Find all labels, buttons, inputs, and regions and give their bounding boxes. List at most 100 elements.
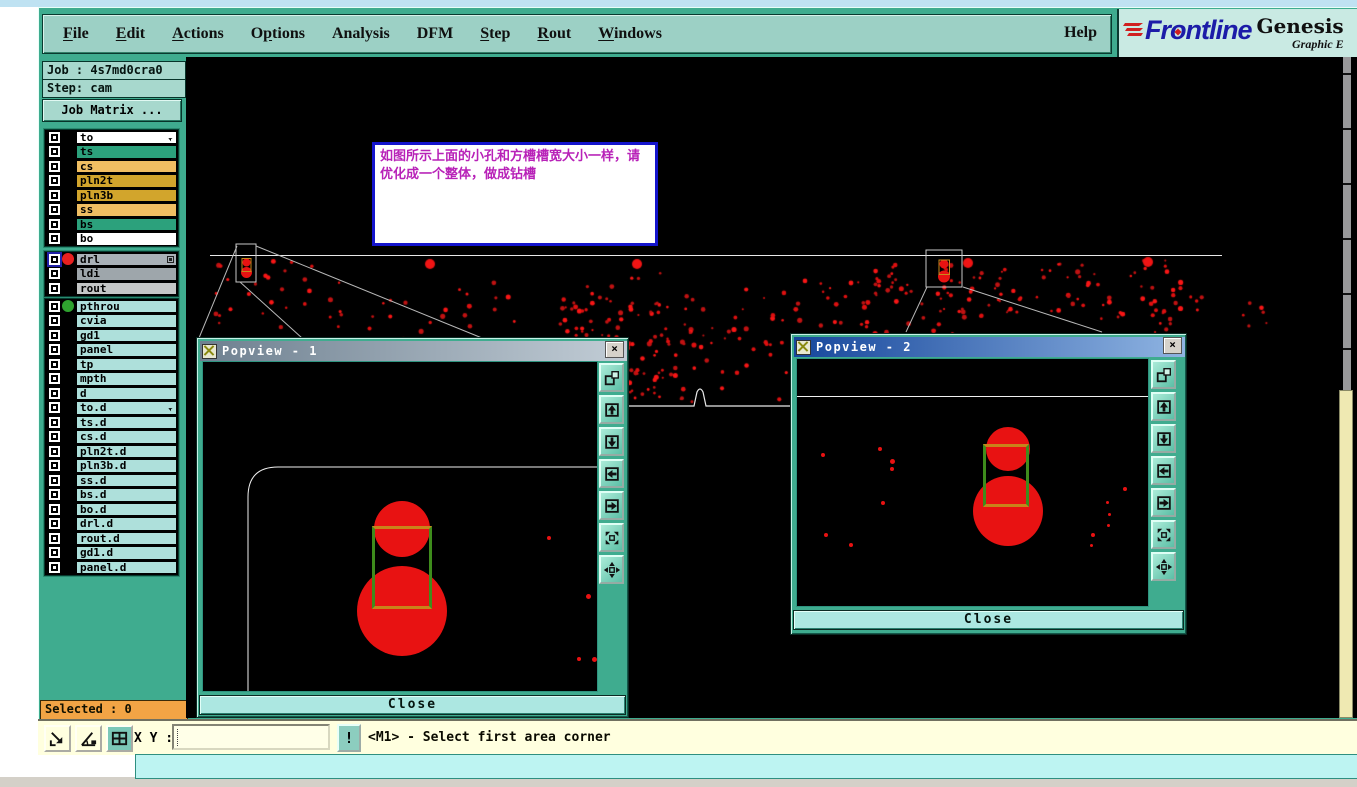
layer-row-pln3b.d[interactable]: pln3b.d [45,458,178,473]
layer-checkbox[interactable] [49,315,60,327]
menu-item-analysis[interactable]: Analysis [332,25,390,43]
layer-row-panel[interactable]: panel [45,342,178,357]
layer-name-field[interactable]: cs.d [76,430,177,444]
layer-name-field[interactable]: rout.d [76,531,177,545]
layer-name-field[interactable]: panel.d [76,560,177,574]
layer-checkbox[interactable] [49,373,60,385]
restore-view-button[interactable] [1151,360,1176,389]
layer-name-field[interactable]: drl.d [76,517,177,531]
layer-row-d[interactable]: d [45,386,178,401]
layer-row-gd1.d[interactable]: gd1.d [45,545,178,560]
layer-name-field[interactable]: ts [76,145,177,159]
area-select-button[interactable] [44,725,71,752]
layer-name-field[interactable]: d [76,386,177,400]
layer-checkbox[interactable] [49,282,60,294]
zoom-fit-button[interactable] [599,523,624,552]
layer-name-field[interactable]: pln2t [76,174,177,188]
layer-row-rout[interactable]: rout [45,281,178,296]
popview-1-viewport[interactable] [202,361,598,692]
layer-name-field[interactable]: rout [76,281,177,295]
pan-down-button[interactable] [1151,424,1176,453]
layer-row-cs[interactable]: cs [45,159,178,174]
pan-right-button[interactable] [599,491,624,520]
layer-row-drl.d[interactable]: drl.d [45,516,178,531]
layer-name-field[interactable]: cvia [76,314,177,328]
layer-checkbox[interactable] [49,431,60,443]
popview-1-close-button[interactable]: Close [199,695,626,715]
layer-row-to[interactable]: to ➤ [45,130,178,145]
right-scrollbar[interactable] [1339,390,1353,718]
layer-name-field[interactable]: bs [76,217,177,231]
layer-checkbox[interactable] [49,445,60,457]
menu-item-dfm[interactable]: DFM [417,25,453,43]
layer-name-field[interactable]: panel [76,343,177,357]
layer-checkbox[interactable] [49,503,60,515]
layer-name-field[interactable]: ldi [76,267,177,281]
layer-row-ts.d[interactable]: ts.d [45,415,178,430]
layer-row-pthrou[interactable]: pthrou [45,299,178,314]
menu-item-options[interactable]: Options [251,25,305,43]
layer-checkbox[interactable] [49,204,60,216]
layer-name-field[interactable]: gd1.d [76,546,177,560]
layer-checkbox[interactable] [49,416,60,428]
layer-row-rout.d[interactable]: rout.d [45,531,178,546]
layer-row-to.d[interactable]: to.d ➤ [45,400,178,415]
center-view-button[interactable] [599,555,624,584]
popview-1-close-x-button[interactable]: × [605,341,624,358]
layer-row-bo.d[interactable]: bo.d [45,502,178,517]
layer-name-field[interactable]: pln2t.d [76,444,177,458]
layer-checkbox[interactable] [49,131,60,143]
layer-name-field[interactable]: pln3b [76,188,177,202]
layer-row-bs.d[interactable]: bs.d [45,487,178,502]
layer-checkbox[interactable] [49,460,60,472]
menu-item-rout[interactable]: Rout [537,25,571,43]
layer-name-field[interactable]: to ➤ [76,130,177,144]
popview-1-titlebar[interactable]: Popview - 1 [200,341,627,361]
layer-row-bo[interactable]: bo [45,231,178,246]
layer-row-panel.d[interactable]: panel.d [45,560,178,575]
layer-checkbox[interactable] [49,146,60,158]
pan-right-button[interactable] [1151,488,1176,517]
layer-checkbox[interactable] [47,251,62,267]
layer-checkbox[interactable] [49,489,60,501]
layer-name-field[interactable]: pln3b.d [76,459,177,473]
layer-row-ldi[interactable]: ldi [45,266,178,281]
layer-row-ts[interactable]: ts [45,144,178,159]
popview-2-viewport[interactable] [796,358,1149,607]
layer-checkbox[interactable] [49,300,60,312]
layer-checkbox[interactable] [49,218,60,230]
layer-name-field[interactable]: bs.d [76,488,177,502]
layer-row-cvia[interactable]: cvia [45,313,178,328]
layer-name-field[interactable]: to.d ➤ [76,401,177,415]
layer-checkbox[interactable] [49,387,60,399]
layer-checkbox[interactable] [49,561,60,573]
layer-name-field[interactable]: ss.d [76,473,177,487]
pan-down-button[interactable] [599,427,624,456]
layer-checkbox[interactable] [49,344,60,356]
pan-left-button[interactable] [1151,456,1176,485]
layer-name-field[interactable]: bo [76,232,177,246]
layer-checkbox[interactable] [49,402,60,414]
menu-item-actions[interactable]: Actions [172,25,224,43]
layer-row-drl[interactable]: drl [45,251,178,267]
layer-checkbox[interactable] [49,233,60,245]
measure-button[interactable] [75,725,102,752]
layer-row-bs[interactable]: bs [45,217,178,232]
layer-checkbox[interactable] [49,268,60,280]
layer-checkbox[interactable] [49,358,60,370]
layer-checkbox[interactable] [49,160,60,172]
zoom-fit-button[interactable] [1151,520,1176,549]
layer-row-cs.d[interactable]: cs.d [45,429,178,444]
layer-row-ss[interactable]: ss [45,202,178,217]
menu-item-windows[interactable]: Windows [598,25,662,43]
menu-item-step[interactable]: Step [480,25,510,43]
layer-checkbox[interactable] [49,329,60,341]
layer-checkbox[interactable] [49,189,60,201]
job-matrix-button[interactable]: Job Matrix ... [42,99,182,122]
layer-row-pln2t.d[interactable]: pln2t.d [45,444,178,459]
layer-name-field[interactable]: drl [76,252,177,266]
layer-name-field[interactable]: tp [76,357,177,371]
center-view-button[interactable] [1151,552,1176,581]
popview-2-titlebar[interactable]: Popview - 2 [794,337,1185,357]
pan-left-button[interactable] [599,459,624,488]
